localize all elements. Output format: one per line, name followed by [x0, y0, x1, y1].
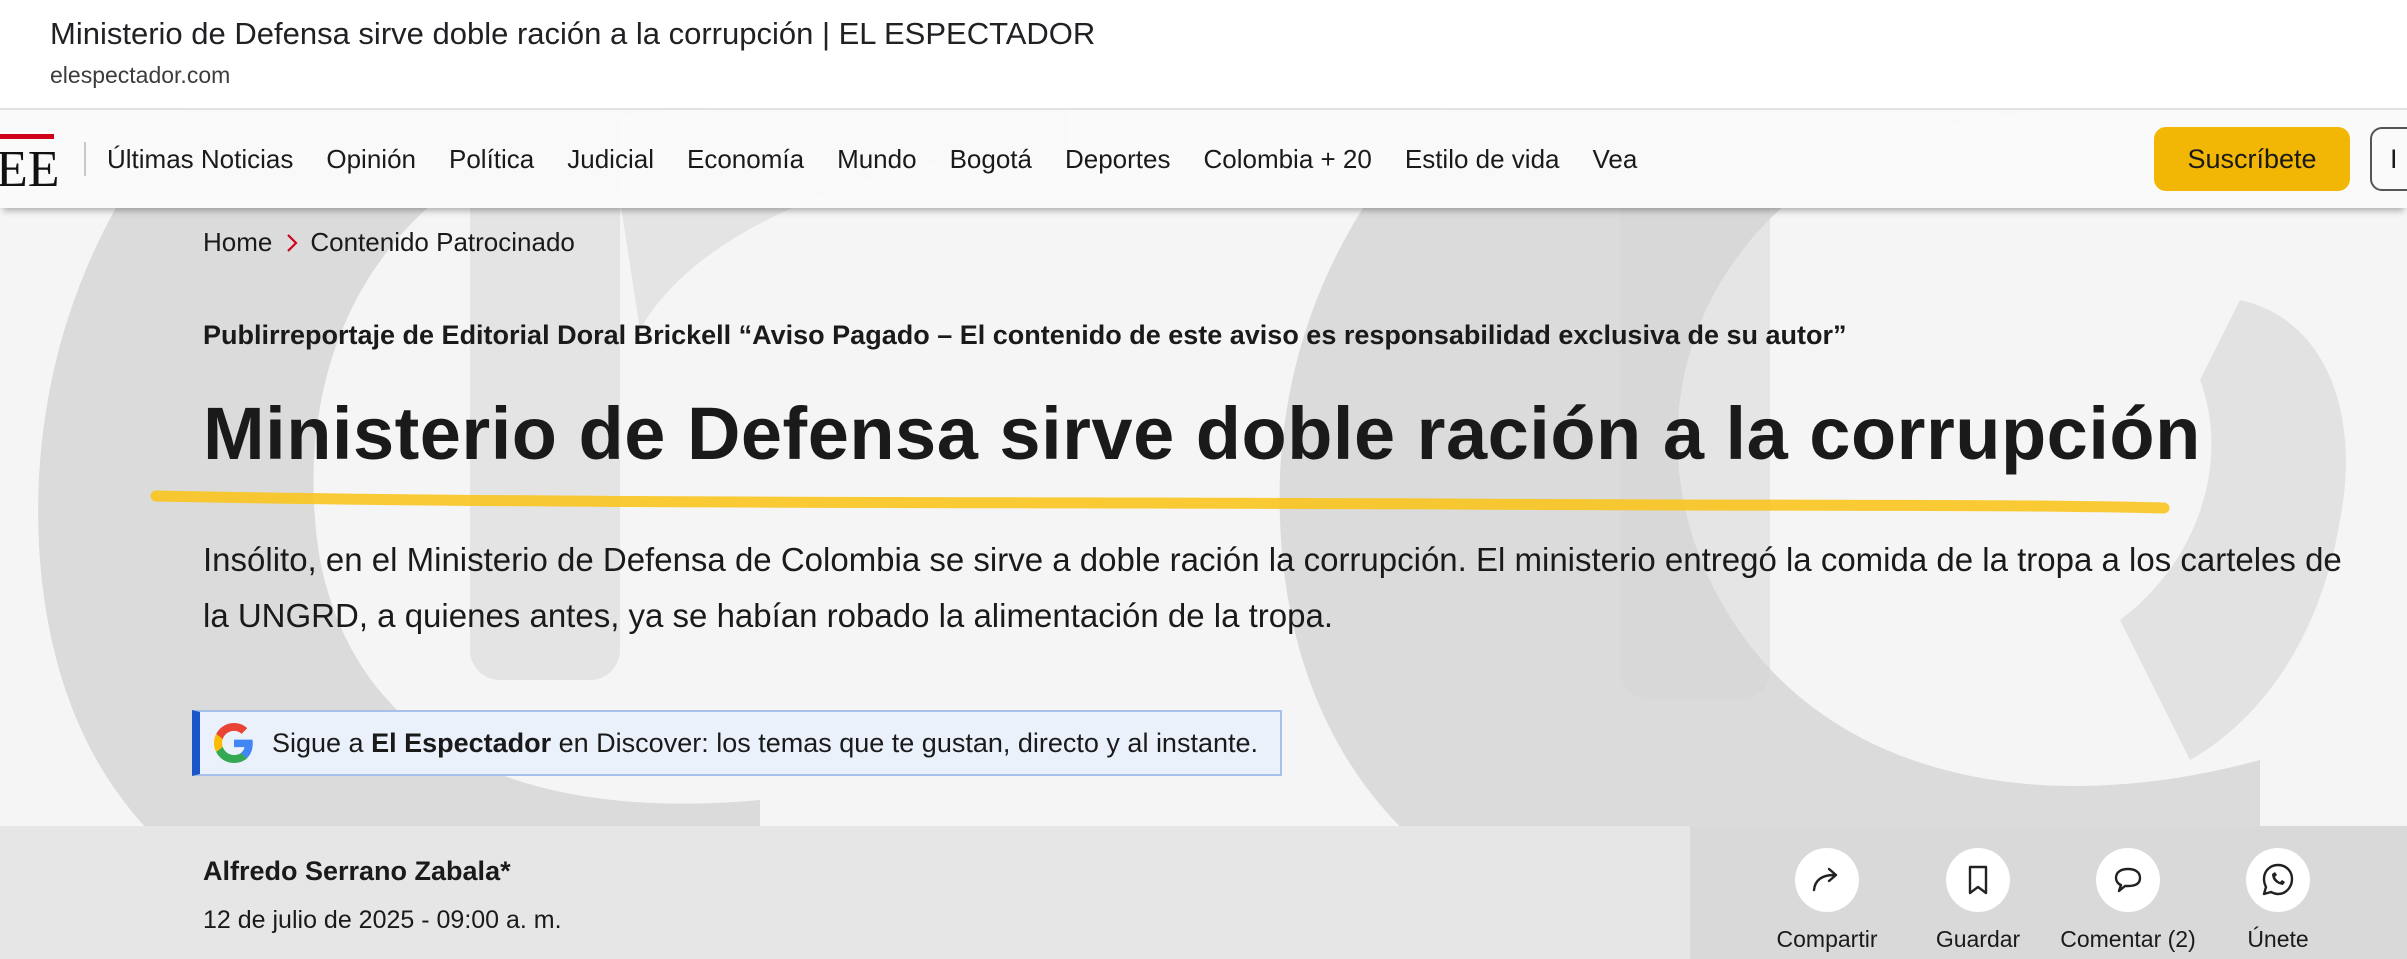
share-label: Compartir [1776, 926, 1878, 952]
breadcrumb-section[interactable]: Contenido Patrocinado [310, 227, 575, 258]
discover-prefix: Sigue a [272, 727, 372, 758]
article-author[interactable]: Alfredo Serrano Zabala* [203, 856, 511, 887]
whatsapp-icon [2262, 863, 2294, 896]
nav-item-colombia-20[interactable]: Colombia + 20 [1203, 144, 1371, 175]
nav-item-opinion[interactable]: Opinión [326, 144, 416, 175]
share-icon-wrap [1795, 848, 1859, 912]
browser-title-bar: Ministerio de Defensa sirve doble ración… [0, 0, 2407, 110]
google-icon [214, 723, 253, 763]
nav-items: Últimas Noticias Opinión Política Judici… [107, 110, 1670, 208]
nav-item-deportes[interactable]: Deportes [1065, 144, 1171, 175]
nav-item-politica[interactable]: Política [449, 144, 534, 175]
comment-label: Comentar (2) [2060, 926, 2196, 952]
share-button[interactable]: Compartir [1757, 848, 1897, 953]
nav-divider [84, 142, 86, 176]
login-button[interactable]: I [2370, 127, 2407, 191]
article-lead: Insólito, en el Ministerio de Defensa de… [203, 541, 2342, 634]
comment-icon [2114, 867, 2142, 893]
breadcrumb-home[interactable]: Home [203, 227, 272, 258]
breadcrumb: Home Contenido Patrocinado [203, 227, 575, 258]
site-logo[interactable]: EE [0, 128, 60, 192]
save-button[interactable]: Guardar [1908, 848, 2048, 953]
logo-text: EE [0, 141, 60, 192]
bookmark-icon-wrap [1946, 848, 2010, 912]
article-headline: Ministerio de Defensa sirve doble ración… [203, 392, 2201, 475]
nav-item-bogota[interactable]: Bogotá [950, 144, 1032, 175]
subscribe-button[interactable]: Suscríbete [2154, 127, 2350, 191]
nav-item-economia[interactable]: Economía [687, 144, 804, 175]
join-button[interactable]: Únete [2208, 848, 2348, 953]
discover-brand: El Espectador [371, 727, 552, 758]
save-label: Guardar [1935, 926, 2021, 952]
share-icon [1812, 867, 1838, 892]
nav-item-estilo-de-vida[interactable]: Estilo de vida [1405, 144, 1560, 175]
chevron-right-icon [287, 233, 298, 252]
join-label: Únete [2247, 926, 2309, 952]
article-kicker: Publirreportaje de Editorial Doral Brick… [203, 320, 1847, 350]
comment-button[interactable]: Comentar (2) [2058, 848, 2198, 953]
headline-highlight [150, 490, 2170, 514]
nav-item-vea[interactable]: Vea [1593, 144, 1638, 175]
site-nav: EE Últimas Noticias Opinión Política Jud… [0, 110, 2407, 208]
nav-item-ultimas-noticias[interactable]: Últimas Noticias [107, 144, 293, 175]
comment-icon-wrap [2096, 848, 2160, 912]
article-date: 12 de julio de 2025 - 09:00 a. m. [203, 906, 562, 934]
page-title: Ministerio de Defensa sirve doble ración… [50, 16, 1096, 51]
whatsapp-icon-wrap [2246, 848, 2310, 912]
nav-item-mundo[interactable]: Mundo [837, 144, 917, 175]
bookmark-icon [1968, 865, 1988, 895]
nav-item-judicial[interactable]: Judicial [567, 144, 654, 175]
discover-banner[interactable]: Sigue a El Espectador en Discover: los t… [192, 710, 1282, 776]
page-url[interactable]: elespectador.com [50, 62, 230, 89]
discover-suffix: en Discover: los temas que te gustan, di… [551, 727, 1259, 758]
discover-text: Sigue a El Espectador en Discover: los t… [272, 728, 1258, 759]
